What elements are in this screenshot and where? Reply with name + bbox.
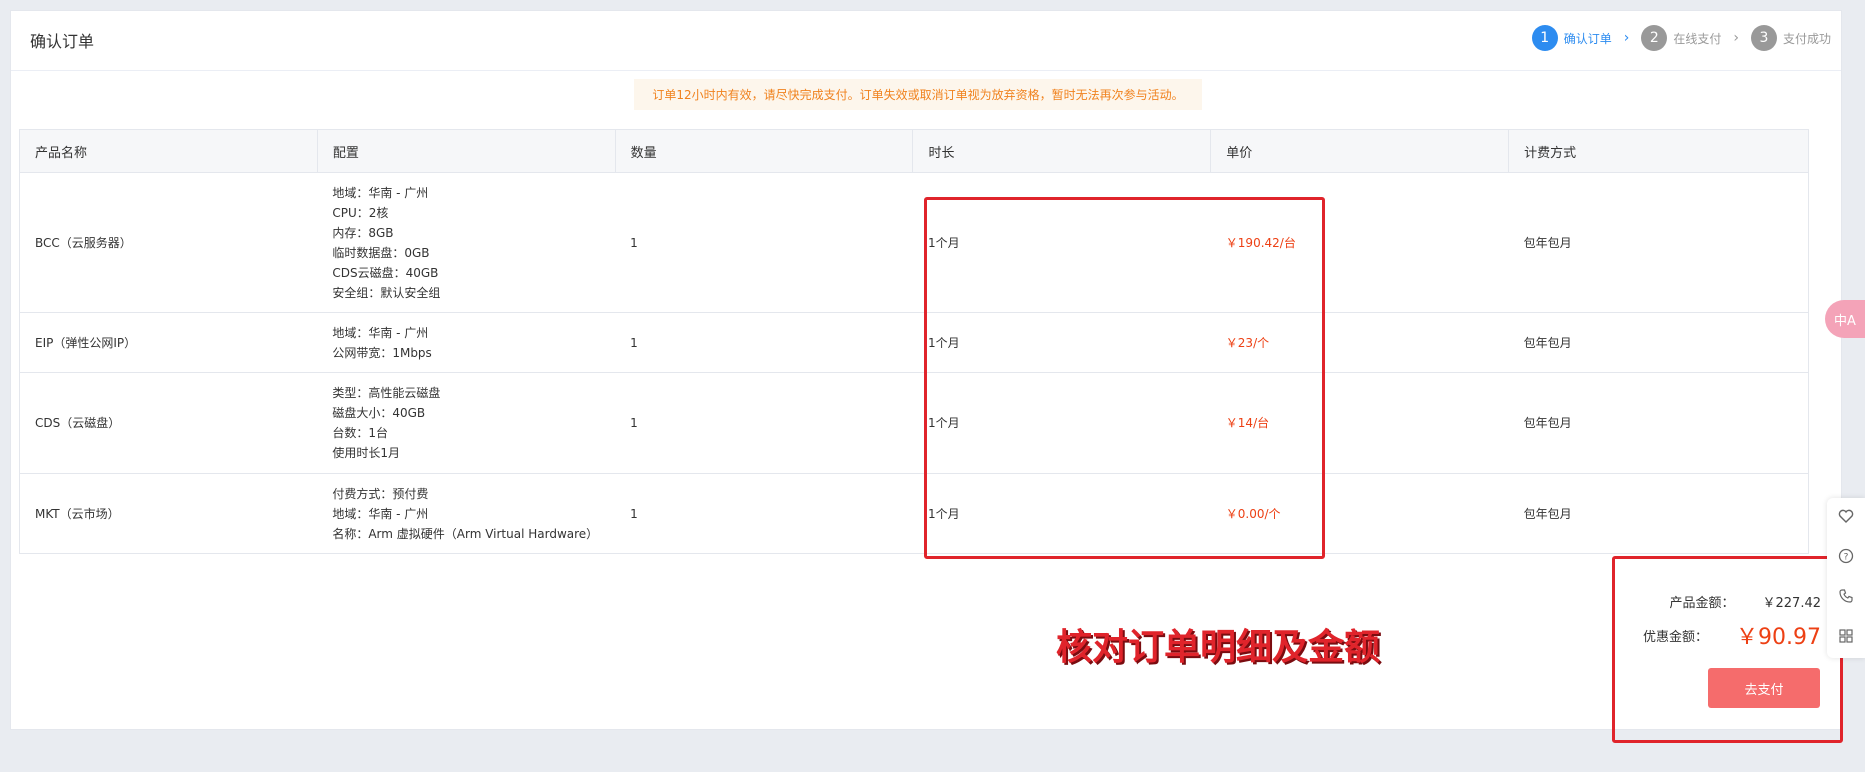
config-line: 地域：华南 - 广州 xyxy=(332,506,429,521)
config-line: 地域：华南 - 广州 xyxy=(332,185,429,200)
step-pay: 2 在线支付 xyxy=(1641,25,1721,51)
table-row: BCC（云服务器） 地域：华南 - 广州 CPU：2核 内存：8GB 临时数据盘… xyxy=(19,172,1809,313)
col-header-name: 产品名称 xyxy=(19,129,318,173)
config-line: 使用时长1月 xyxy=(332,446,400,460)
step-indicator: 1 确认订单 › 2 在线支付 › 3 支付成功 xyxy=(1531,25,1831,51)
side-toolbar: ? xyxy=(1827,498,1865,658)
product-name: CDS（云磁盘） xyxy=(19,372,318,474)
notice-banner: 订单12小时内有效，请尽快完成支付。订单失效或取消订单视为放弃资格，暂时无法再次… xyxy=(634,79,1202,110)
table-row: EIP（弹性公网IP） 地域：华南 - 广州 公网带宽：1Mbps 1 1个月 … xyxy=(19,312,1809,373)
config-line: 名称：Arm 虚拟硬件（Arm Virtual Hardware） xyxy=(332,526,599,541)
product-name: EIP（弹性公网IP） xyxy=(19,312,318,373)
product-config: 付费方式：预付费 地域：华南 - 广州 名称：Arm 虚拟硬件（Arm Virt… xyxy=(317,473,616,554)
step-number: 2 xyxy=(1641,25,1668,51)
order-table: 产品名称 配置 数量 时长 单价 计费方式 BCC（云服务器） 地域：华南 - … xyxy=(19,129,1809,554)
chevron-right-icon: › xyxy=(1623,30,1630,46)
product-name: BCC（云服务器） xyxy=(19,172,318,313)
step-success: 3 支付成功 xyxy=(1750,25,1831,51)
config-line: 公网带宽：1Mbps xyxy=(332,345,432,360)
col-header-duration: 时长 xyxy=(912,129,1212,173)
chevron-right-icon: › xyxy=(1733,30,1739,46)
product-config: 类型：高性能云磁盘 磁盘大小：40GB 台数：1台 使用时长1月 xyxy=(317,372,616,474)
product-name: MKT（云市场） xyxy=(19,473,318,554)
config-line: CDS云磁盘：40GB xyxy=(332,265,439,280)
step-number: 1 xyxy=(1531,25,1558,51)
quantity: 1 xyxy=(615,172,913,313)
config-line: 磁盘大小：40GB xyxy=(332,406,426,420)
svg-text:?: ? xyxy=(1844,553,1849,563)
translate-button[interactable]: 中A xyxy=(1825,300,1865,338)
billing-method: 包年包月 xyxy=(1508,312,1809,373)
step-number: 3 xyxy=(1750,25,1777,51)
step-label: 在线支付 xyxy=(1673,31,1722,46)
quantity: 1 xyxy=(615,372,913,474)
step-confirm: 1 确认订单 xyxy=(1531,25,1612,51)
config-line: 安全组：默认安全组 xyxy=(332,285,441,300)
config-line: CPU：2核 xyxy=(332,205,389,220)
billing-method: 包年包月 xyxy=(1508,473,1809,554)
quantity: 1 xyxy=(615,312,913,373)
col-header-billing: 计费方式 xyxy=(1508,129,1809,173)
billing-method: 包年包月 xyxy=(1508,372,1809,474)
config-line: 付费方式：预付费 xyxy=(332,486,429,501)
config-line: 地域：华南 - 广州 xyxy=(332,325,429,340)
config-line: 类型：高性能云磁盘 xyxy=(332,386,441,400)
grid-icon[interactable] xyxy=(1838,628,1854,648)
annotation-box-duration-price xyxy=(924,197,1325,559)
col-header-price: 单价 xyxy=(1210,129,1510,173)
phone-icon[interactable] xyxy=(1838,588,1854,608)
table-row: CDS（云磁盘） 类型：高性能云磁盘 磁盘大小：40GB 台数：1台 使用时长1… xyxy=(19,372,1809,474)
heart-icon[interactable] xyxy=(1838,508,1854,528)
billing-method: 包年包月 xyxy=(1508,172,1809,313)
quantity: 1 xyxy=(615,473,913,554)
table-header-row: 产品名称 配置 数量 时长 单价 计费方式 xyxy=(19,129,1809,173)
table-row: MKT（云市场） 付费方式：预付费 地域：华南 - 广州 名称：Arm 虚拟硬件… xyxy=(19,473,1809,554)
product-config: 地域：华南 - 广州 公网带宽：1Mbps xyxy=(317,312,616,373)
step-label: 支付成功 xyxy=(1782,31,1831,46)
col-header-config: 配置 xyxy=(316,129,616,173)
annotation-box-summary xyxy=(1612,556,1843,743)
config-line: 台数：1台 xyxy=(332,426,388,440)
col-header-qty: 数量 xyxy=(614,129,914,173)
annotation-text: 核对订单明细及金额 xyxy=(1056,627,1381,668)
card-header: 确认订单 1 确认订单 › 2 在线支付 › 3 支付成功 xyxy=(11,11,1841,71)
help-icon[interactable]: ? xyxy=(1838,548,1854,568)
step-label: 确认订单 xyxy=(1563,31,1612,46)
product-config: 地域：华南 - 广州 CPU：2核 内存：8GB 临时数据盘：0GB CDS云磁… xyxy=(317,172,616,313)
config-line: 临时数据盘：0GB xyxy=(332,245,430,260)
config-line: 内存：8GB xyxy=(332,225,394,240)
page-title: 确认订单 xyxy=(30,32,95,51)
